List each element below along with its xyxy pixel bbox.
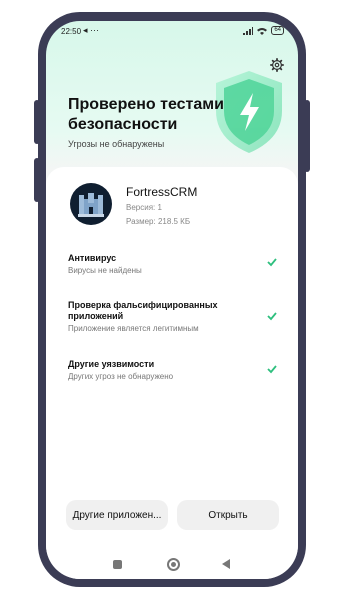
check-icon [267, 365, 277, 374]
check-desc: Приложение является легитимным [68, 324, 199, 333]
other-apps-button[interactable]: Другие приложен... [66, 500, 168, 530]
check-title: Другие уязвимости [68, 359, 155, 369]
check-item-vulnerabilities: Другие уязвимости Других угроз не обнару… [68, 359, 278, 381]
screen: 22:50 ◂ ··· 64 Проверено тестами безопас… [46, 21, 298, 579]
check-icon [267, 258, 277, 267]
check-desc: Вирусы не найдены [68, 266, 142, 275]
square-icon[interactable] [113, 560, 122, 569]
page-title: Проверено тестами безопасности [68, 96, 224, 133]
status-bar: 22:50 ◂ ··· 64 [46, 21, 298, 43]
check-icon [267, 312, 277, 321]
check-title: Проверка фальсифицированных приложений [68, 300, 218, 321]
triangle-back-icon[interactable] [222, 559, 230, 569]
wifi-icon [257, 27, 268, 35]
app-name: FortressCRM [126, 185, 198, 199]
check-item-antivirus: Антивирус Вирусы не найдены [68, 253, 278, 275]
phone-frame: 22:50 ◂ ··· 64 Проверено тестами безопас… [34, 12, 310, 587]
scan-result-card: FortressCRM Версия: 1 Размер: 218.5 КБ А… [46, 167, 298, 579]
status-right-icons: 64 [243, 26, 284, 35]
check-desc: Других угроз не обнаружено [68, 372, 174, 381]
signal-icon [243, 26, 254, 35]
app-version: Версия: 1 [126, 203, 162, 212]
status-time: 22:50 [61, 27, 82, 36]
navigation-bar [46, 551, 298, 579]
page-subtitle: Угрозы не обнаружены [68, 139, 165, 149]
app-size: Размер: 218.5 КБ [126, 217, 191, 226]
open-button[interactable]: Открыть [177, 500, 279, 530]
side-button-right [304, 100, 310, 172]
side-button-left [34, 100, 40, 144]
notification-icons: ◂ ··· [83, 25, 100, 35]
battery-icon: 64 [271, 26, 284, 35]
check-item-tampering: Проверка фальсифицированных приложений П… [68, 300, 278, 333]
circle-icon[interactable] [167, 558, 180, 571]
castle-icon [70, 183, 112, 225]
side-button-left-lower [34, 158, 40, 202]
check-title: Антивирус [68, 253, 117, 263]
